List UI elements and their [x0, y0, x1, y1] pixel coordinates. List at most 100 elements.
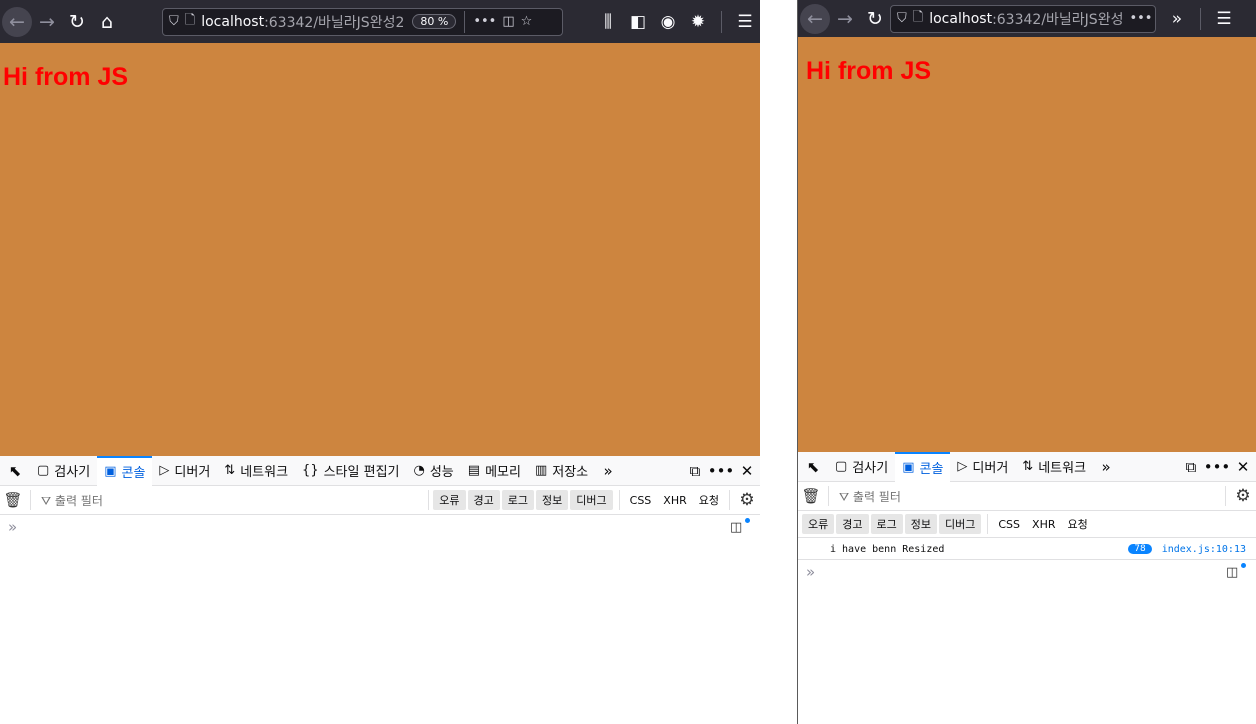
- chip-errors[interactable]: 오류: [433, 490, 466, 510]
- tab-performance[interactable]: ◔ 성능: [407, 456, 461, 486]
- filter-requests[interactable]: 요청: [693, 492, 725, 508]
- chip-debug[interactable]: 디버그: [939, 514, 982, 534]
- chip-info[interactable]: 정보: [536, 490, 569, 510]
- library-icon[interactable]: ⫼: [593, 7, 623, 37]
- chip-debug[interactable]: 디버그: [570, 490, 613, 510]
- console-prompt[interactable]: » ◫: [798, 560, 1256, 584]
- home-button[interactable]: ⌂: [92, 7, 122, 37]
- menu-hamburger-icon[interactable]: ☰: [1209, 4, 1239, 34]
- tab-console[interactable]: ▣ 콘솔: [97, 455, 153, 486]
- dock-toggle-icon[interactable]: ⧉: [682, 456, 708, 486]
- overflow-chevron-icon[interactable]: »: [1162, 4, 1192, 34]
- reload-button[interactable]: ↻: [860, 4, 890, 34]
- chip-info[interactable]: 정보: [904, 514, 937, 534]
- page-icon: 🗋: [184, 12, 196, 28]
- element-picker-icon[interactable]: ⬉: [0, 456, 30, 486]
- more-options-icon[interactable]: •••: [1204, 452, 1231, 482]
- filter-separator: [729, 490, 730, 510]
- filter-xhr[interactable]: XHR: [657, 494, 692, 507]
- bookmark-star-icon[interactable]: ☆: [521, 14, 533, 29]
- tab-debugger[interactable]: ▷ 디버거: [152, 456, 217, 486]
- log-source-link[interactable]: index.js:10:13: [1162, 544, 1246, 555]
- tab-memory[interactable]: ▤ 메모리: [461, 456, 528, 486]
- menu-hamburger-icon[interactable]: ☰: [730, 7, 760, 37]
- back-button[interactable]: ←: [2, 6, 32, 37]
- forward-button[interactable]: →: [830, 4, 860, 34]
- extensions-gear-icon[interactable]: ✹: [683, 7, 713, 37]
- filter-separator: [1225, 486, 1226, 506]
- network-icon: ⇅: [1022, 459, 1034, 474]
- tab-network[interactable]: ⇅ 네트워크: [1015, 452, 1093, 482]
- chip-warnings[interactable]: 경고: [836, 514, 869, 534]
- url-separator: [464, 10, 466, 33]
- inspector-icon: ▢: [37, 463, 50, 478]
- tab-style-editor[interactable]: {} 스타일 편집기: [295, 456, 406, 486]
- close-icon[interactable]: ✕: [734, 456, 760, 486]
- notification-dot: [1241, 562, 1246, 568]
- chip-logs[interactable]: 로그: [501, 490, 535, 510]
- back-button[interactable]: ←: [800, 3, 830, 34]
- right-browser-window: ← → ↻ ⛉ 🗋 localhost :63342/바닐라JS완성 ••• »…: [797, 0, 1256, 724]
- tab-label: 메모리: [485, 465, 521, 480]
- sidebar-icon[interactable]: ◧: [623, 7, 653, 37]
- pocket-icon[interactable]: ◫: [502, 14, 514, 29]
- reload-button[interactable]: ↻: [62, 7, 92, 37]
- toolbar-separator: [1200, 7, 1201, 30]
- performance-icon: ◔: [413, 463, 425, 478]
- zoom-indicator[interactable]: 80 %: [412, 14, 457, 29]
- funnel-icon: ⛛: [839, 489, 853, 504]
- tab-console[interactable]: ▣ 콘솔: [895, 451, 951, 482]
- forward-button[interactable]: →: [32, 7, 62, 37]
- url-bar[interactable]: ⛉ 🗋 localhost :63342/바닐라JS완성2 80 % ••• ◫…: [162, 7, 563, 36]
- trash-icon[interactable]: 🗑: [0, 491, 26, 509]
- dock-toggle-icon[interactable]: ⧉: [1178, 452, 1204, 482]
- url-host: localhost: [201, 13, 265, 30]
- page-heading: Hi from JS: [806, 57, 932, 85]
- chip-warnings[interactable]: 경고: [467, 490, 500, 510]
- url-bar[interactable]: ⛉ 🗋 localhost :63342/바닐라JS완성 •••: [890, 4, 1156, 33]
- console-sidebar-icon[interactable]: ◫: [1226, 562, 1252, 580]
- more-options-icon[interactable]: •••: [708, 456, 735, 486]
- chip-logs[interactable]: 로그: [870, 514, 903, 534]
- page-heading: Hi from JS: [3, 63, 129, 91]
- memory-icon: ▤: [467, 463, 481, 478]
- settings-gear-icon[interactable]: ⚙: [1230, 486, 1256, 506]
- style-editor-icon: {}: [302, 463, 319, 478]
- tab-label: 디버거: [174, 465, 211, 480]
- tab-label: 스타일 편집기: [323, 465, 400, 480]
- toolbar-separator: [721, 10, 722, 33]
- settings-gear-icon[interactable]: ⚙: [734, 490, 760, 510]
- filter-input[interactable]: ⛛ 출력 필터: [35, 492, 424, 509]
- chip-errors[interactable]: 오류: [802, 514, 835, 534]
- tab-inspector[interactable]: ▢ 검사기: [30, 456, 97, 486]
- tab-label: 네트워크: [1038, 461, 1087, 476]
- more-icon[interactable]: •••: [1129, 11, 1152, 26]
- devtools-tabbar: ⬉ ▢ 검사기 ▣ 콘솔 ▷ 디버거 ⇅ 네트워크 » ⧉ ••• ✕: [798, 451, 1256, 482]
- page-content: Hi from JS: [798, 37, 1256, 453]
- account-icon[interactable]: ◉: [653, 7, 683, 37]
- filter-separator: [428, 490, 430, 510]
- tab-storage[interactable]: ▥ 저장소: [528, 456, 595, 486]
- close-icon[interactable]: ✕: [1230, 452, 1256, 482]
- tab-debugger[interactable]: ▷ 디버거: [950, 452, 1015, 482]
- prompt-chevron-icon: »: [8, 518, 18, 536]
- tab-label: 콘솔: [121, 466, 146, 481]
- filter-input[interactable]: ⛛ 출력 필터: [833, 488, 1221, 505]
- tab-label: 콘솔: [919, 462, 944, 477]
- filter-css[interactable]: CSS: [624, 494, 658, 507]
- shield-icon[interactable]: ⛉: [897, 11, 907, 26]
- filter-css[interactable]: CSS: [992, 518, 1026, 531]
- element-picker-icon[interactable]: ⬉: [798, 452, 828, 482]
- console-sidebar-icon[interactable]: ◫: [730, 517, 756, 535]
- url-path: :63342/바닐라JS완성: [992, 11, 1124, 28]
- filter-xhr[interactable]: XHR: [1026, 518, 1061, 531]
- console-prompt[interactable]: » ◫: [0, 515, 760, 539]
- overflow-chevron-icon[interactable]: »: [1093, 452, 1119, 482]
- more-icon[interactable]: •••: [473, 14, 496, 29]
- filter-requests[interactable]: 요청: [1061, 516, 1093, 532]
- trash-icon[interactable]: 🗑: [798, 487, 824, 505]
- overflow-chevron-icon[interactable]: »: [595, 456, 621, 486]
- shield-icon[interactable]: ⛉: [169, 14, 179, 29]
- tab-network[interactable]: ⇅ 네트워크: [217, 456, 295, 486]
- tab-inspector[interactable]: ▢ 검사기: [828, 452, 895, 482]
